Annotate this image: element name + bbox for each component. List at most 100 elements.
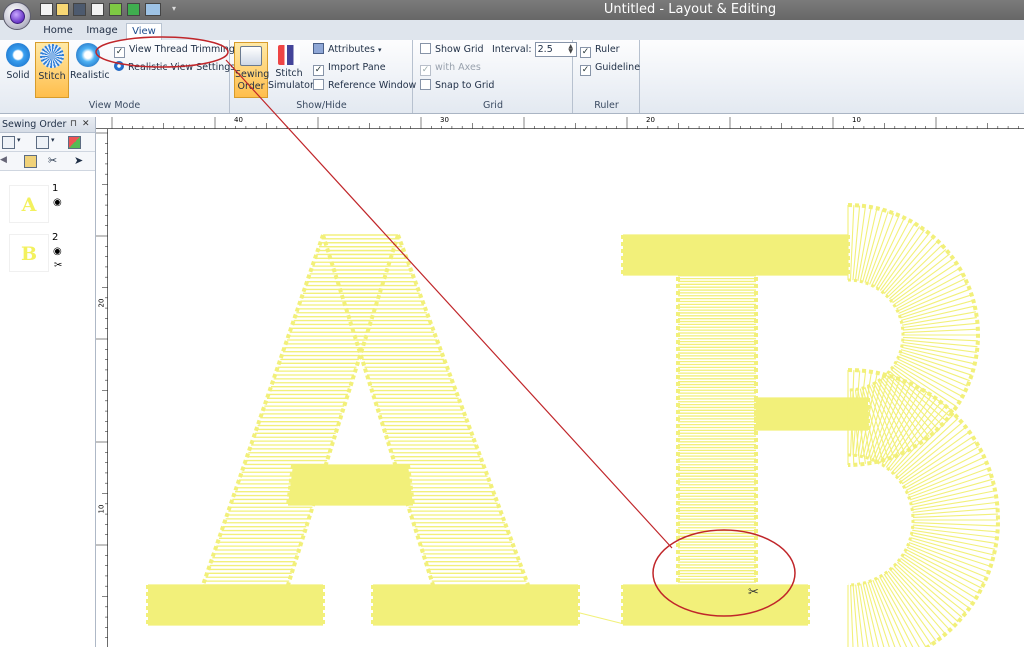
with-axes-label: with Axes	[435, 62, 481, 73]
solid-button[interactable]: Solid	[2, 42, 34, 94]
chevron-down-icon[interactable]: ▾	[51, 136, 55, 144]
ribbon: Solid Stitch Realistic ✓ View Thread Trim…	[0, 40, 1024, 114]
color-sort-icon[interactable]	[68, 136, 81, 149]
show-hide-group-label: Show/Hide	[296, 100, 347, 111]
sewing-order-label-line1: Sewing	[235, 69, 270, 80]
customize-toolbar-chevron-icon[interactable]: ▾	[172, 4, 176, 13]
checkbox-unchecked-icon	[420, 43, 431, 54]
interval-spinbox[interactable]: 2.5 ▲ ▼	[534, 42, 577, 57]
open-folder-icon[interactable]	[56, 3, 69, 16]
item-number: 1	[52, 183, 59, 194]
export-icon[interactable]	[127, 3, 140, 16]
stitch-design	[146, 203, 1001, 647]
attributes-icon	[313, 43, 324, 54]
letter-a-right-stroke	[321, 234, 530, 586]
tab-image[interactable]: Image	[82, 23, 122, 40]
panel-title: Sewing Order	[2, 119, 67, 130]
ruler-label: Ruler	[595, 44, 620, 55]
ruler-group: ✓ Ruler ✓ Guideline Ruler	[574, 40, 640, 113]
realistic-label: Realistic	[70, 70, 110, 81]
pin-icon[interactable]: ⊓	[70, 117, 77, 132]
snap-to-grid-label: Snap to Grid	[435, 80, 495, 91]
zoom-icon[interactable]	[91, 3, 104, 16]
letter-stitches	[146, 203, 1001, 647]
stitch-simulator-icon	[278, 45, 300, 65]
realistic-view-settings-button[interactable]: Realistic View Settings	[114, 60, 235, 76]
show-grid-checkbox[interactable]: Show Grid	[420, 42, 484, 58]
stitch-icon	[40, 44, 64, 68]
with-axes-checkbox[interactable]: ✓ with Axes	[420, 60, 481, 76]
vertical-ruler: 20 10	[96, 129, 108, 647]
checkbox-disabled-icon: ✓	[420, 65, 431, 76]
realistic-button[interactable]: Realistic	[70, 42, 110, 94]
ruler-ticks	[96, 132, 108, 639]
checkbox-checked-icon: ✓	[313, 65, 324, 76]
view-thread-trimming-checkbox[interactable]: ✓ View Thread Trimming	[114, 42, 235, 58]
title-bar: ▾ Untitled - Layout & Editing	[0, 0, 1024, 20]
new-file-icon[interactable]	[40, 3, 53, 16]
snap-to-grid-checkbox[interactable]: Snap to Grid	[420, 78, 494, 94]
visibility-icon[interactable]: ◀	[0, 155, 13, 168]
tab-home[interactable]: Home	[38, 23, 78, 40]
ruler-checkbox[interactable]: ✓ Ruler	[580, 42, 620, 58]
letter-a-crossbar	[286, 464, 415, 506]
interval-control: Interval: 2.5 ▲ ▼	[492, 42, 577, 58]
scissors-icon: ✂	[54, 260, 63, 271]
application-menu-button[interactable]	[3, 2, 31, 30]
interval-label: Interval:	[492, 44, 532, 55]
letter-b-top-serif	[621, 234, 850, 276]
show-hide-group: Sewing Order Stitch Simulator Attributes…	[231, 40, 416, 113]
chevron-down-icon[interactable]: ▾	[17, 136, 21, 144]
stitch-simulator-label-line1: Stitch	[275, 68, 303, 79]
reference-window-label: Reference Window	[328, 80, 417, 91]
save-icon[interactable]	[73, 3, 86, 16]
checkbox-checked-icon: ✓	[114, 47, 125, 58]
stitch-simulator-button[interactable]: Stitch Simulator	[268, 42, 314, 98]
select-all-icon[interactable]	[2, 136, 15, 149]
group-icon[interactable]	[36, 136, 49, 149]
eye-icon[interactable]: ◉	[53, 246, 62, 257]
sewing-order-label-line2: Order	[237, 81, 265, 92]
sewing-order-item-2[interactable]: B 2 ◉ ✂	[9, 232, 69, 274]
ruler-group-label: Ruler	[594, 100, 619, 111]
letter-b-lower-bowl	[847, 368, 1001, 647]
checkbox-checked-icon: ✓	[580, 47, 591, 58]
stitch-label: Stitch	[38, 71, 66, 82]
panel-header: Sewing Order ⊓ ✕	[0, 117, 95, 133]
transfer-icon[interactable]	[145, 3, 161, 16]
horizontal-ruler: 40 30 20 10	[96, 116, 1024, 129]
window-title: Untitled - Layout & Editing	[603, 2, 777, 17]
reference-window-checkbox[interactable]: Reference Window	[313, 78, 416, 94]
scissors-icon[interactable]: ✂	[48, 155, 61, 168]
interval-value: 2.5	[537, 44, 553, 55]
ruler-label: 10	[97, 504, 106, 514]
panel-toolbar-1: ▾ ▾	[0, 133, 95, 152]
close-icon[interactable]: ✕	[82, 117, 90, 132]
attributes-dropdown[interactable]: Attributes ▾	[313, 42, 381, 58]
sewing-order-icon	[240, 46, 262, 66]
grid-group: Show Grid Interval: 2.5 ▲ ▼ ✓ with Axes Sna…	[414, 40, 577, 113]
ribbon-tab-row: Home Image View	[0, 20, 1024, 40]
import-pane-checkbox[interactable]: ✓ Import Pane	[313, 60, 386, 76]
tab-view[interactable]: View	[126, 23, 162, 40]
pointer-icon[interactable]: ➤	[74, 155, 87, 168]
view-thread-trimming-label: View Thread Trimming	[129, 44, 235, 55]
show-grid-label: Show Grid	[435, 44, 484, 55]
ruler-label: 20	[646, 116, 655, 124]
attributes-label: Attributes	[328, 44, 375, 55]
sewing-order-item-1[interactable]: A 1 ◉	[9, 183, 69, 225]
import-icon[interactable]	[109, 3, 122, 16]
view-mode-group-label: View Mode	[88, 100, 141, 111]
checkbox-unchecked-icon	[313, 79, 324, 90]
sewing-order-panel: Sewing Order ⊓ ✕ ▾ ▾ ◀ ✂ ➤ A 1 ◉ B 2 ◉ ✂	[0, 117, 96, 647]
design-canvas[interactable]	[108, 130, 1024, 647]
application-window: ▾ Untitled - Layout & Editing Home Image…	[0, 0, 1024, 647]
sewing-order-button[interactable]: Sewing Order	[234, 42, 270, 98]
lock-icon[interactable]	[24, 155, 37, 168]
guideline-checkbox[interactable]: ✓ Guideline	[580, 60, 640, 76]
solid-label: Solid	[6, 70, 30, 81]
stitch-button[interactable]: Stitch	[35, 42, 69, 98]
solid-icon	[6, 43, 30, 67]
letter-a-left-serif	[146, 584, 325, 626]
eye-icon[interactable]: ◉	[53, 197, 62, 208]
